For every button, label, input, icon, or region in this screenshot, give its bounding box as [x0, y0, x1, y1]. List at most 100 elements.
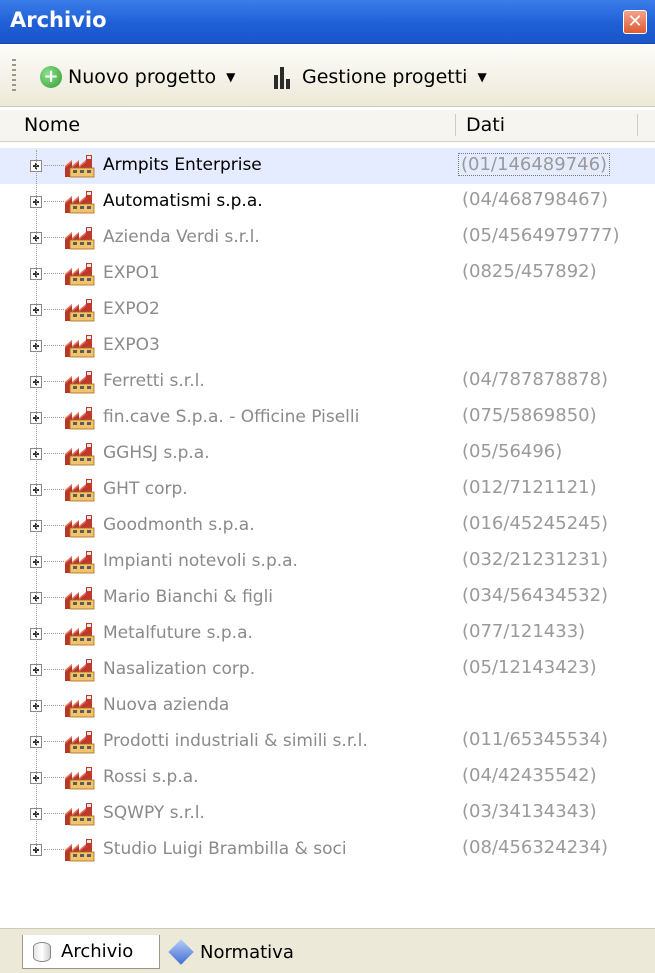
item-name: EXPO2: [103, 299, 160, 319]
tree-row[interactable]: GHT corp. (012/7121121): [0, 472, 655, 508]
item-data: (011/65345534): [462, 729, 609, 750]
tree-connector: [44, 201, 64, 202]
tree-connector: [44, 345, 64, 346]
factory-icon: [65, 515, 95, 538]
item-data: (05/12143423): [462, 657, 597, 678]
item-data: (04/468798467): [462, 189, 609, 210]
tree-connector: [44, 273, 64, 274]
diamond-icon: [168, 939, 194, 965]
item-data: (077/121433): [462, 621, 586, 642]
item-name: Prodotti industriali & simili s.r.l.: [103, 731, 368, 751]
new-project-label: Nuovo progetto: [68, 66, 217, 88]
new-project-button[interactable]: + Nuovo progetto ▼: [40, 63, 235, 91]
tab-regulations[interactable]: Normativa: [168, 935, 322, 969]
close-icon[interactable]: ✕: [623, 10, 647, 34]
tree-row[interactable]: Azienda Verdi s.r.l. (05/4564979777): [0, 220, 655, 256]
tree-connector: [44, 309, 64, 310]
tree-connector: [44, 705, 64, 706]
tree-row[interactable]: Ferretti s.r.l. (04/787878878): [0, 364, 655, 400]
factory-icon: [65, 479, 95, 502]
item-name: Rossi s.p.a.: [103, 767, 199, 787]
tree-row[interactable]: fin.cave S.p.a. - Officine Piselli (075/5…: [0, 400, 655, 436]
item-data: (04/787878878): [462, 369, 609, 390]
tree-connector: [44, 669, 64, 670]
tab-regulations-label: Normativa: [200, 941, 294, 963]
item-data: (034/56434532): [462, 585, 609, 606]
bars-icon: [272, 65, 294, 89]
item-data: (0825/457892): [462, 261, 597, 282]
tree-row[interactable]: Mario Bianchi & figli (034/56434532): [0, 580, 655, 616]
tab-archive[interactable]: Archivio: [22, 935, 160, 969]
item-data: (016/45245245): [462, 513, 609, 534]
item-name: SQWPY s.r.l.: [103, 803, 205, 823]
column-separator[interactable]: [637, 114, 638, 136]
item-data: (03/34134343): [462, 801, 597, 822]
item-data: (04/42435542): [462, 765, 597, 786]
chevron-down-icon[interactable]: ▼: [226, 70, 235, 84]
column-data[interactable]: Dati: [466, 114, 505, 136]
tree-connector: [44, 453, 64, 454]
item-data: (012/7121121): [462, 477, 597, 498]
factory-icon: [65, 839, 95, 862]
manage-projects-button[interactable]: Gestione progetti ▼: [272, 63, 487, 91]
tree-row[interactable]: Goodmonth s.p.a. (016/45245245): [0, 508, 655, 544]
tree-connector: [44, 561, 64, 562]
item-name: Armpits Enterprise: [103, 155, 262, 175]
item-name: EXPO3: [103, 335, 160, 355]
item-name: Mario Bianchi & figli: [103, 587, 274, 607]
toolbar-grip[interactable]: [12, 59, 16, 93]
factory-icon: [65, 731, 95, 754]
factory-icon: [65, 551, 95, 574]
tree-row[interactable]: Studio Luigi Brambilla & soci (08/4563242…: [0, 832, 655, 868]
tree-row[interactable]: EXPO2: [0, 292, 655, 328]
factory-icon: [65, 155, 95, 178]
tree-row[interactable]: Nuova azienda: [0, 688, 655, 724]
factory-icon: [65, 587, 95, 610]
tree-row[interactable]: Automatismi s.p.a. (04/468798467): [0, 184, 655, 220]
column-name[interactable]: Nome: [24, 114, 80, 136]
tree-row[interactable]: EXPO1 (0825/457892): [0, 256, 655, 292]
item-name: Impianti notevoli s.p.a.: [103, 551, 298, 571]
item-name: Nasalization corp.: [103, 659, 256, 679]
tree-row[interactable]: SQWPY s.r.l. (03/34134343): [0, 796, 655, 832]
window-title: Archivio: [10, 8, 107, 32]
tree-connector: [44, 813, 64, 814]
column-separator[interactable]: [455, 114, 456, 136]
factory-icon: [65, 299, 95, 322]
tree-row[interactable]: Metalfuture s.p.a. (077/121433): [0, 616, 655, 652]
item-name: Automatismi s.p.a.: [103, 191, 263, 211]
tree-connector: [44, 525, 64, 526]
item-data: (01/146489746): [458, 153, 611, 176]
tab-archive-label: Archivio: [61, 941, 134, 962]
item-name: Metalfuture s.p.a.: [103, 623, 253, 643]
tree-connector: [44, 741, 64, 742]
tree-connector: [44, 849, 64, 850]
database-icon: [33, 941, 51, 962]
tree-row[interactable]: Impianti notevoli s.p.a. (032/21231231): [0, 544, 655, 580]
tree-connector: [44, 417, 64, 418]
tree-row[interactable]: GGHSJ s.p.a. (05/56496): [0, 436, 655, 472]
item-data: (05/56496): [462, 441, 563, 462]
tree-connector: [44, 237, 64, 238]
tree-row[interactable]: Armpits Enterprise (01/146489746): [0, 148, 655, 184]
item-data: (05/4564979777): [462, 225, 620, 246]
tree-row[interactable]: Rossi s.p.a. (04/42435542): [0, 760, 655, 796]
tree-row[interactable]: Prodotti industriali & simili s.r.l. (011…: [0, 724, 655, 760]
factory-icon: [65, 335, 95, 358]
item-data: (032/21231231): [462, 549, 609, 570]
tree-row[interactable]: Nasalization corp. (05/12143423): [0, 652, 655, 688]
item-name: EXPO1: [103, 263, 160, 283]
tree-view[interactable]: Armpits Enterprise (01/146489746) Automati…: [0, 144, 655, 962]
tree-row[interactable]: EXPO3: [0, 328, 655, 364]
toolbar: + Nuovo progetto ▼ Gestione progetti ▼: [0, 45, 655, 107]
tree-connector: [44, 381, 64, 382]
tree-connector: [44, 777, 64, 778]
item-name: Studio Luigi Brambilla & soci: [103, 839, 347, 859]
factory-icon: [65, 695, 95, 718]
add-icon: +: [40, 66, 62, 88]
item-name: fin.cave S.p.a. - Officine Piselli: [103, 407, 360, 427]
chevron-down-icon[interactable]: ▼: [477, 70, 486, 84]
tree-connector: [44, 165, 64, 166]
factory-icon: [65, 443, 95, 466]
factory-icon: [65, 803, 95, 826]
